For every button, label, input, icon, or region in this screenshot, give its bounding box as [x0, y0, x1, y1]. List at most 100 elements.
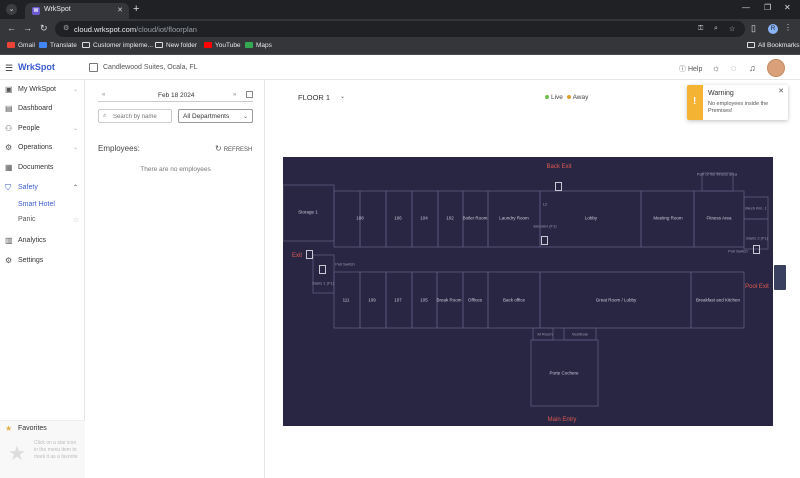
sidebar-item-safety[interactable]: ⛉ Safety ⌃ — [0, 180, 85, 196]
tab-close-icon[interactable]: ✕ — [117, 6, 123, 14]
site-name[interactable]: Candlewood Suites, Ocala, FL — [103, 64, 198, 71]
room-label-pull2: Pull Switch — [728, 248, 748, 254]
back-icon[interactable]: ← — [7, 23, 16, 33]
room-label-m-room: M Room — [537, 331, 553, 337]
bookmark-maps[interactable]: Maps — [245, 42, 272, 49]
chevron-down-icon: ⌄ — [242, 114, 248, 120]
room-label-stairs2: Stairs 2 (F1) — [745, 235, 769, 241]
minimize-icon[interactable]: — — [742, 3, 750, 12]
folder-icon — [82, 42, 90, 48]
all-bookmarks[interactable]: All Bookmarks — [747, 42, 800, 49]
sidebar: ▣ My WrkSpot ⌄ ▤ Dashboard ⚇ People ⌄ ⚙ … — [0, 80, 85, 478]
gmail-icon — [7, 42, 15, 48]
floor-plan-area: FLOOR 1 ⌄ Live Away ! Warning No employee… — [266, 80, 800, 478]
bookmark-customer[interactable]: Customer impleme... — [82, 42, 153, 49]
sidebar-item-operations[interactable]: ⚙ Operations ⌄ — [0, 140, 85, 156]
exit-label-main: Main Entry — [547, 417, 577, 423]
room-label-lobby: Lobby — [584, 215, 598, 221]
password-key-icon[interactable]: ⚿ — [698, 25, 703, 33]
room-label-back-office: Back office — [503, 297, 525, 303]
floor-selector[interactable]: FLOOR 1 ⌄ — [298, 93, 345, 102]
refresh-button[interactable]: ↻ REFRESH — [215, 144, 252, 153]
refresh-icon: ↻ — [215, 144, 222, 153]
calendar-icon[interactable] — [246, 91, 253, 98]
notification-bell-icon[interactable]: ♫ — [749, 63, 756, 73]
new-tab-icon[interactable]: + — [133, 3, 139, 15]
chat-icon[interactable]: ◌ — [731, 63, 736, 73]
address-bar[interactable]: ⚙ cloud.wrkspot.com/cloud/iot/floorplan … — [55, 21, 745, 37]
bookmark-star-icon[interactable]: ☆ — [729, 25, 735, 33]
elevator-icon — [541, 236, 548, 245]
user-avatar[interactable] — [767, 59, 785, 77]
room-label-breakfast: Breakfast and Kitchen — [695, 297, 741, 303]
more-menu-icon[interactable]: ⋮ — [784, 23, 792, 32]
sidebar-item-settings[interactable]: ⚙ Settings — [0, 253, 85, 269]
sidebar-item-label: Safety — [18, 184, 38, 191]
star-icon: ★ — [5, 424, 13, 433]
youtube-icon — [204, 42, 212, 48]
folder-icon — [747, 42, 755, 48]
reload-icon[interactable]: ↻ — [40, 23, 48, 34]
favorite-star-icon[interactable]: ☆ — [73, 216, 79, 224]
wrkspot-logo[interactable]: WrkSpot — [18, 62, 55, 72]
hamburger-menu-icon[interactable]: ☰ — [5, 63, 13, 74]
exit-label-back: Back Exit — [546, 164, 572, 170]
room-label-boiler: Boiler Room — [462, 215, 488, 221]
maximize-icon[interactable]: ❐ — [764, 3, 771, 12]
chevron-down-icon: ⌄ — [72, 145, 78, 151]
warning-icon: ! — [693, 96, 697, 107]
sidebar-item-documents[interactable]: ▦ Documents — [0, 160, 85, 176]
sidebar-item-my-wrkspot[interactable]: ▣ My WrkSpot ⌄ — [0, 82, 85, 98]
bookmark-translate[interactable]: Translate — [39, 42, 77, 49]
employee-search[interactable]: ⌕ — [98, 109, 172, 123]
browser-tab-bar: ⌄ W WrkSpot ✕ + — ❐ ✕ — [0, 0, 800, 19]
chevron-up-icon: ⌃ — [72, 185, 78, 191]
help-button[interactable]: ⓘ Help — [679, 64, 702, 74]
sidebar-item-people[interactable]: ⚇ People ⌄ — [0, 121, 85, 137]
room-label-elevator: Elevator (F1) — [533, 223, 557, 229]
translate-icon — [39, 42, 47, 48]
browser-toolbar: ← → ↻ ⚙ cloud.wrkspot.com/cloud/iot/floo… — [0, 19, 800, 39]
sidebar-subitem-panic[interactable]: Panic — [18, 216, 36, 223]
department-select[interactable]: All Departments ⌄ — [178, 109, 253, 123]
prev-date-icon[interactable]: « — [102, 92, 105, 98]
room-label-mech: Mech Rm. 1 — [745, 205, 767, 211]
room-label-storage: Storage 1 — [298, 209, 318, 215]
window-close-icon[interactable]: ✕ — [784, 3, 791, 12]
room-label-pull1: Pull Switch — [335, 261, 355, 267]
exit-label-left: Exit — [291, 253, 303, 259]
sidebar-item-label: My WrkSpot — [18, 86, 56, 93]
warning-title: Warning — [708, 90, 734, 97]
iot-sensor-icon[interactable]: ☼ — [712, 63, 720, 73]
sidebar-item-label: Operations — [18, 144, 53, 151]
warning-message: No employees inside the Premises! — [708, 101, 769, 114]
room-label-vestibule: Vestibule — [571, 331, 589, 337]
stairs-icon — [753, 245, 760, 254]
site-info-icon[interactable]: ⚙ — [63, 24, 69, 32]
search-input[interactable] — [113, 112, 169, 121]
date-picker[interactable]: « Feb 18 2024 » — [98, 90, 253, 102]
bookmark-gmail[interactable]: Gmail — [7, 42, 35, 49]
next-date-icon[interactable]: » — [233, 92, 236, 98]
room-label-laundry: Laundry Room — [499, 215, 529, 221]
people-icon: ⚇ — [5, 124, 13, 133]
room-label-fitness: Fitness Area — [706, 215, 732, 221]
sidebar-item-dashboard[interactable]: ▤ Dashboard — [0, 101, 85, 117]
room-label-fitness-part: Part of the fitness area — [696, 171, 738, 177]
browser-tab[interactable]: W WrkSpot ✕ — [25, 3, 129, 19]
sidebar-subitem-smart-hotel[interactable]: Smart Hotel — [18, 201, 55, 208]
bookmark-new-folder[interactable]: New folder — [155, 42, 197, 49]
side-panel-icon[interactable]: ▯ — [751, 23, 756, 34]
room-label-porte: Porte Cochere — [549, 370, 579, 376]
tab-search-icon[interactable]: ⌄ — [6, 4, 17, 15]
panel-toggle-handle[interactable] — [774, 265, 786, 290]
bookmark-youtube[interactable]: YouTube — [204, 42, 241, 49]
sidebar-item-analytics[interactable]: ▥ Analytics — [0, 233, 85, 249]
close-icon[interactable]: ✕ — [778, 87, 784, 95]
floor-plan-map[interactable]: Back Exit Part of the fitness area Stora… — [283, 157, 773, 426]
profile-avatar[interactable]: R — [768, 24, 778, 34]
forward-icon[interactable]: → — [23, 23, 32, 33]
analytics-icon: ▥ — [5, 236, 13, 245]
zoom-icon[interactable]: ⌕ — [714, 25, 718, 33]
favorites-star-icon: ★ — [8, 443, 26, 465]
